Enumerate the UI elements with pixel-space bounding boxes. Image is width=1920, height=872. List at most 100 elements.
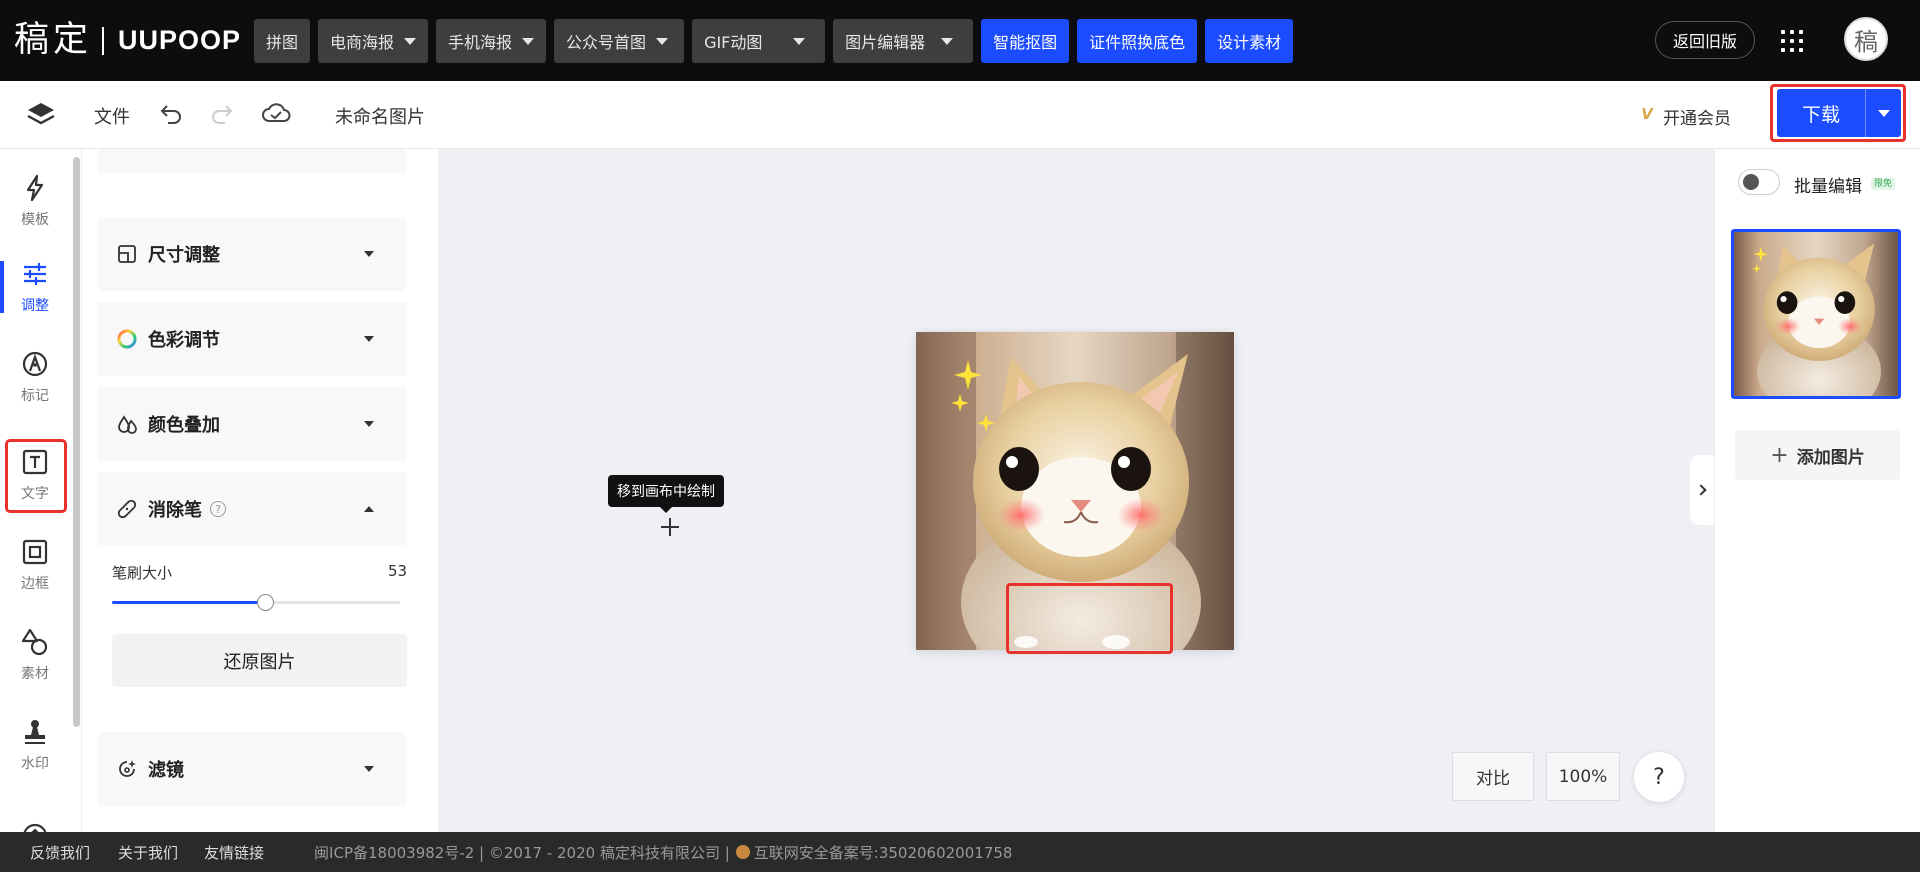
adjust-panel: 尺寸调整 色彩调节 颜色叠加 消除笔 ? 笔刷大小 53 还原图片 滤镜 [82,149,438,832]
batch-edit-toggle[interactable] [1738,169,1780,195]
rail-item-mark[interactable]: 标记 [0,337,70,417]
top-bar: 稿定 UUPOOP 拼图 电商海报 手机海报 公众号首图 GIF动图 图片编辑器… [0,0,1920,81]
nav-label: GIF动图 [704,33,763,52]
nav-mobile-poster[interactable]: 手机海报 [436,19,547,63]
crop-icon [116,243,138,265]
caret-down-icon [1877,109,1890,117]
brush-size-label: 笔刷大小 [112,564,173,582]
footer: 反馈我们 关于我们 友情链接 闽ICP备18003982号-2 | ©2017 … [0,832,1920,872]
footer-icp[interactable]: 闽ICP备18003982号-2 | ©2017 - 2020 稿定科技有限公司… [314,842,730,863]
rail-item-text[interactable]: 文字 [0,435,70,515]
help-button[interactable]: ? [1634,752,1684,802]
drops-icon [116,413,138,435]
nav-label: 设计素材 [1217,33,1282,52]
back-to-old-button[interactable]: 返回旧版 [1655,21,1755,59]
section-filter[interactable]: 滤镜 [98,732,406,806]
rail-item-border[interactable]: 边框 [0,525,70,605]
brush-size-slider[interactable] [112,594,400,611]
right-panel: 批量编辑 限免 + 添加图片 [1714,149,1920,832]
rail-item-upload[interactable] [0,799,70,832]
thumbnail-cat-photo [1734,232,1898,396]
footer-link-feedback[interactable]: 反馈我们 [30,842,90,863]
redo-icon[interactable] [209,99,235,127]
rail-scrollbar[interactable] [73,157,80,727]
police-badge-icon [735,845,750,859]
rail-item-templates[interactable]: 模板 [0,161,70,241]
rail-label: 模板 [21,212,49,228]
caret-down-icon [364,766,374,772]
plus-icon: + [1770,442,1789,468]
expand-right-panel-button[interactable] [1690,455,1714,525]
nav-gif[interactable]: GIF动图 [692,19,826,63]
logo-divider [102,26,105,55]
cloud-saved-icon[interactable] [261,98,291,128]
undo-icon[interactable] [158,99,184,127]
caret-down-icon [404,37,417,45]
file-menu[interactable]: 文件 [94,103,130,129]
text-icon [22,449,48,475]
download-button[interactable]: 下载 [1777,89,1865,137]
footer-link-about[interactable]: 关于我们 [118,842,178,863]
section-title: 滤镜 [148,760,184,781]
bandage-icon [116,498,138,520]
nav-label: 手机海报 [448,33,513,52]
nav-wechat-cover[interactable]: 公众号首图 [554,19,685,63]
section-color-overlay[interactable]: 颜色叠加 [98,387,406,461]
rail-item-watermark[interactable]: 水印 [0,705,70,785]
footer-police-record[interactable]: 互联网安全备案号:35020602001758 [754,842,1013,863]
section-color-adjust[interactable]: 色彩调节 [98,302,406,376]
nav-label: 图片编辑器 [845,33,926,52]
rail-label: 标记 [21,388,49,404]
erase-area-highlight [1006,583,1173,654]
chevron-right-icon [1694,484,1707,496]
logo[interactable]: 稿定 UUPOOP [14,23,241,58]
help-circle-icon[interactable]: ? [210,501,226,517]
nav-puzzle[interactable]: 拼图 [254,19,311,63]
avatar[interactable]: 稿 [1844,17,1888,61]
logo-en: UUPOOP [118,25,242,55]
canvas-area[interactable]: 移到画布中绘制 对比 100% ? [438,149,1714,832]
section-resize[interactable]: 尺寸调整 [98,217,406,291]
footer-link-friends[interactable]: 友情链接 [204,842,264,863]
section-title: 尺寸调整 [148,245,220,266]
zoom-level[interactable]: 100% [1546,752,1620,801]
image-thumbnail[interactable] [1731,229,1901,399]
sliders-icon [24,263,46,285]
vip-link[interactable]: 开通会员 [1663,104,1731,129]
add-image-button[interactable]: + 添加图片 [1735,430,1900,480]
nav-smart-cutout[interactable]: 智能抠图 [981,19,1070,63]
caret-up-icon [364,506,374,512]
nav-design-assets[interactable]: 设计素材 [1205,19,1294,63]
compare-button[interactable]: 对比 [1452,752,1534,801]
top-nav: 拼图 电商海报 手机海报 公众号首图 GIF动图 图片编辑器 智能抠图 证件照换… [254,19,1294,63]
crosshair-cursor-icon [661,518,679,536]
slider-handle[interactable] [256,594,274,611]
section-eraser[interactable]: 消除笔 ? [98,472,406,546]
restore-image-button[interactable]: 还原图片 [112,634,407,687]
caret-down-icon [364,251,374,257]
frame-icon [22,539,48,565]
layers-icon[interactable] [24,98,58,132]
caret-down-icon [793,37,806,45]
logo-cn: 稿定 [14,20,93,60]
rail-item-adjust[interactable]: 调整 [0,247,70,327]
download-options-button[interactable] [1865,89,1901,137]
lightning-icon [26,174,44,202]
nav-ecommerce-poster[interactable]: 电商海报 [318,19,429,63]
caret-down-icon [941,37,954,45]
stamp-icon [25,720,45,744]
brush-size-value: 53 [388,562,408,580]
section-title: 消除笔 [148,500,202,521]
nav-image-editor[interactable]: 图片编辑器 [833,19,974,63]
pen-icon [22,351,48,377]
document-title[interactable]: 未命名图片 [335,103,425,129]
nav-id-photo[interactable]: 证件照换底色 [1077,19,1198,63]
panel-section-partial [98,149,406,173]
apps-grid-icon[interactable] [1781,30,1803,52]
nav-label: 智能抠图 [993,33,1058,52]
rail-item-assets[interactable]: 素材 [0,615,70,695]
caret-down-icon [522,37,535,45]
draw-tooltip: 移到画布中绘制 [608,475,724,513]
nav-label: 电商海报 [330,33,395,52]
nav-label: 拼图 [266,33,299,52]
